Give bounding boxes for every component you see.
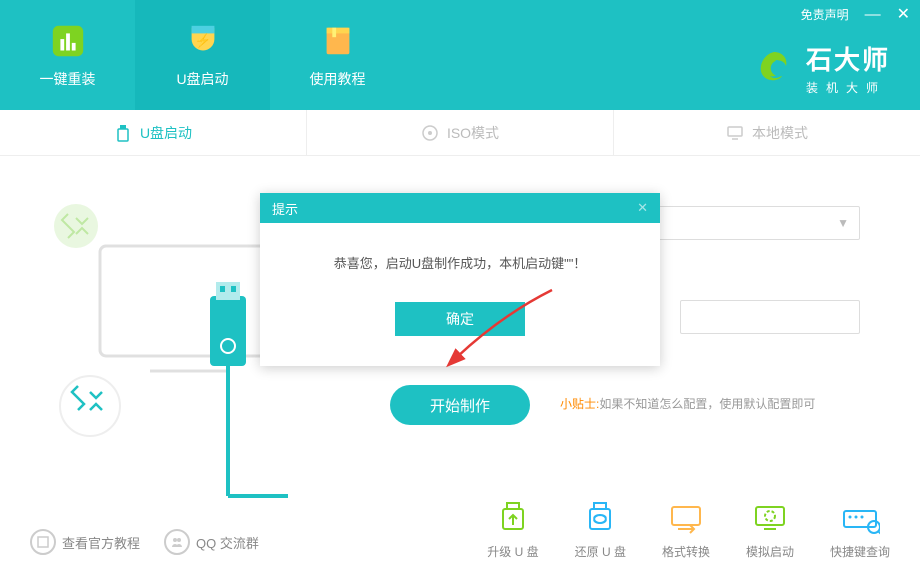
action-restore[interactable]: 还原 U 盘	[575, 501, 626, 560]
logo-icon	[754, 48, 794, 88]
people-icon	[164, 529, 190, 555]
nav-tab-label: U盘启动	[176, 69, 228, 89]
action-simulate[interactable]: 模拟启动	[746, 501, 794, 560]
modal-title: 提示	[272, 199, 298, 218]
svg-text:⚡: ⚡	[194, 32, 211, 49]
sub-tab-local[interactable]: 本地模式	[614, 110, 920, 155]
sub-tab-label: ISO模式	[447, 123, 499, 143]
book-small-icon	[30, 529, 56, 555]
close-button[interactable]: ✕	[897, 7, 910, 23]
chart-icon	[48, 21, 88, 61]
action-upgrade[interactable]: 升级 U 盘	[487, 501, 538, 560]
action-hotkey[interactable]: 快捷键查询	[830, 501, 890, 560]
nav-tab-usb[interactable]: ⚡ U盘启动	[135, 0, 270, 110]
usb-icon	[114, 124, 132, 142]
iso-icon	[421, 124, 439, 142]
success-modal: 提示 ✕ 恭喜您，启动U盘制作成功，本机启动键""！ 确定	[260, 193, 660, 366]
simulate-icon	[750, 501, 790, 537]
start-button[interactable]: 开始制作	[390, 385, 530, 425]
book-icon	[318, 21, 358, 61]
config-input[interactable]	[680, 300, 860, 334]
sub-tab-label: U盘启动	[140, 123, 192, 143]
monitor-icon	[726, 124, 744, 142]
chevron-down-icon: ▼	[837, 216, 849, 230]
modal-ok-button[interactable]: 确定	[395, 302, 525, 336]
sub-tab-label: 本地模式	[752, 123, 808, 143]
nav-tab-tutorial[interactable]: 使用教程	[270, 0, 405, 110]
nav-tab-label: 使用教程	[310, 69, 366, 89]
tutorial-link[interactable]: 查看官方教程	[30, 529, 140, 555]
nav-tab-label: 一键重装	[40, 69, 96, 89]
keyboard-icon	[840, 501, 880, 537]
brand-name: 石大师	[806, 40, 890, 77]
modal-message: 恭喜您，启动U盘制作成功，本机启动键""！	[280, 253, 640, 272]
convert-icon	[666, 501, 706, 537]
shield-icon: ⚡	[183, 21, 223, 61]
brand: 石大师 装机大师	[754, 40, 890, 96]
minimize-button[interactable]: —	[865, 7, 881, 23]
qq-group-link[interactable]: QQ 交流群	[164, 529, 259, 555]
upgrade-icon	[493, 501, 533, 537]
restore-icon	[580, 501, 620, 537]
nav-tab-reinstall[interactable]: 一键重装	[0, 0, 135, 110]
action-format[interactable]: 格式转换	[662, 501, 710, 560]
brand-sub: 装机大师	[806, 79, 890, 96]
tip-text: 小贴士:如果不知道怎么配置，使用默认配置即可	[560, 395, 815, 412]
sub-tab-iso[interactable]: ISO模式	[307, 110, 614, 155]
disclaimer-link[interactable]: 免责声明	[801, 6, 849, 23]
modal-close-button[interactable]: ✕	[637, 200, 648, 216]
sub-tab-usb[interactable]: U盘启动	[0, 110, 307, 155]
